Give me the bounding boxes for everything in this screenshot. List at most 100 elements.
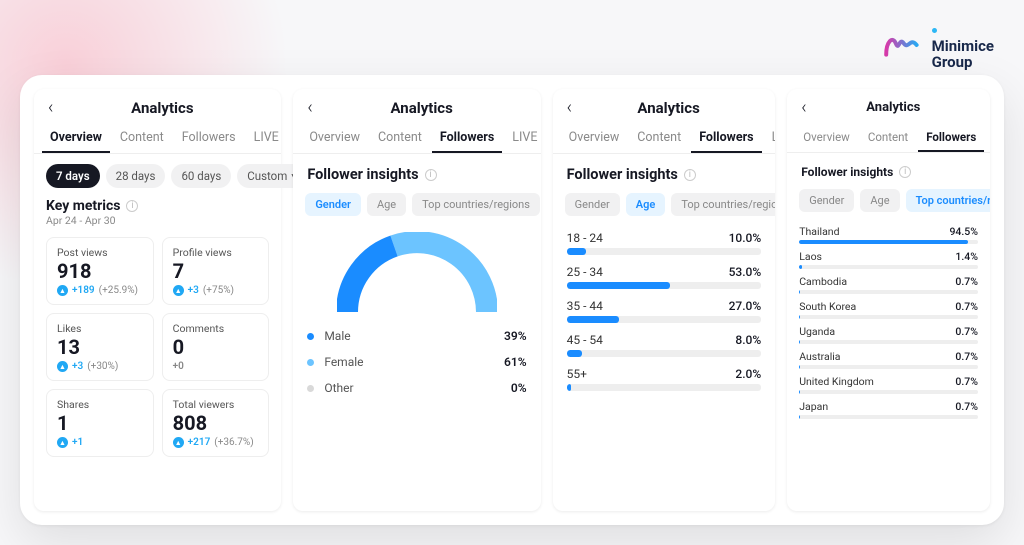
panel-age: ‹ Analytics Overview Content Followers L…	[553, 89, 776, 511]
country-value: 94.5%	[949, 225, 978, 238]
tab-followers[interactable]: Followers	[432, 124, 502, 153]
tab-overview[interactable]: Overview	[795, 124, 858, 152]
back-icon[interactable]: ‹	[44, 97, 57, 118]
panel-countries: ‹ Analytics Overview Content Followers L…	[787, 89, 990, 511]
country-name: South Korea	[799, 300, 856, 313]
age-value: 10.0%	[729, 231, 762, 245]
brand-dot-icon	[932, 28, 937, 33]
country-name: United Kingdom	[799, 375, 874, 388]
seg-age[interactable]: Age	[860, 189, 899, 212]
metric-comments[interactable]: Comments 0 +0	[162, 313, 270, 381]
tab-followers[interactable]: Followers	[174, 124, 244, 153]
seg-topcountries[interactable]: Top countries/regions	[906, 189, 990, 212]
bar-track	[799, 390, 978, 394]
country-name: Thailand	[799, 225, 839, 238]
metric-totalviewers[interactable]: Total viewers 808 ▲+217(+36.7%)	[162, 389, 270, 457]
tab-followers[interactable]: Followers	[691, 124, 761, 153]
age-name: 55+	[567, 367, 587, 381]
country-row: South Korea0.7%	[799, 297, 978, 322]
age-value: 8.0%	[735, 333, 761, 347]
bar-fill	[567, 384, 571, 391]
brand-mark-icon	[882, 29, 924, 61]
seg-topcountries[interactable]: Top countries/regions	[671, 193, 775, 216]
seg-topcountries[interactable]: Top countries/regions	[412, 193, 540, 216]
country-name: Cambodia	[799, 275, 847, 288]
section-title-followerinsights: Follower insights	[567, 166, 678, 183]
section-title-followerinsights: Follower insights	[801, 165, 893, 179]
tab-content[interactable]: Content	[629, 124, 689, 153]
up-icon: ▲	[57, 361, 68, 372]
tab-live[interactable]: LIVE	[764, 124, 776, 153]
tab-content[interactable]: Content	[370, 124, 430, 153]
date-range: Apr 24 - Apr 30	[46, 214, 116, 227]
page-title: Analytics	[576, 99, 761, 117]
metric-shares[interactable]: Shares 1 ▲+1	[46, 389, 154, 457]
age-name: 35 - 44	[567, 299, 603, 313]
filter-7days[interactable]: 7 days	[46, 164, 100, 188]
metric-value: 918	[57, 259, 143, 283]
age-name: 18 - 24	[567, 231, 603, 245]
seg-gender[interactable]: Gender	[305, 193, 361, 216]
tab-overview[interactable]: Overview	[42, 124, 110, 153]
up-icon: ▲	[173, 285, 184, 296]
seg-gender[interactable]: Gender	[799, 189, 854, 212]
back-icon[interactable]: ‹	[797, 97, 810, 118]
legend-female: Female 61%	[307, 349, 526, 375]
bar-track	[567, 248, 762, 255]
age-bar-row: 18 - 24 10.0%	[567, 226, 762, 260]
section-title-followerinsights: Follower insights	[307, 166, 418, 183]
filter-60days[interactable]: 60 days	[171, 164, 231, 188]
bar-track	[567, 350, 762, 357]
country-value: 0.7%	[955, 375, 978, 388]
brand-logo: MinimiceGroup	[882, 20, 994, 71]
country-value: 0.7%	[955, 400, 978, 413]
page-title: Analytics	[811, 100, 976, 115]
tab-live[interactable]: LIVE	[246, 124, 282, 153]
country-value: 0.7%	[955, 325, 978, 338]
tab-content[interactable]: Content	[112, 124, 172, 153]
country-name: Uganda	[799, 325, 835, 338]
metric-likes[interactable]: Likes 13 ▲+3(+30%)	[46, 313, 154, 381]
seg-gender[interactable]: Gender	[565, 193, 620, 216]
info-icon[interactable]: i	[684, 169, 696, 181]
seg-age[interactable]: Age	[367, 193, 406, 216]
metric-profileviews[interactable]: Profile views 7 ▲+3(+75%)	[162, 237, 270, 305]
info-icon[interactable]: i	[126, 200, 138, 212]
info-icon[interactable]: i	[425, 169, 437, 181]
country-row: Japan 0.7%	[799, 397, 978, 422]
page-title: Analytics	[57, 99, 267, 117]
tab-overview[interactable]: Overview	[301, 124, 368, 153]
tab-content[interactable]: Content	[860, 124, 916, 152]
country-value: 0.7%	[955, 350, 978, 363]
bar-fill	[799, 365, 800, 369]
bar-fill	[567, 350, 583, 357]
tab-followers[interactable]: Followers	[918, 124, 984, 152]
bar-track	[799, 265, 978, 269]
tab-overview[interactable]: Overview	[561, 124, 628, 153]
legend-male: Male 39%	[307, 323, 526, 349]
seg-age[interactable]: Age	[626, 193, 666, 216]
back-icon[interactable]: ‹	[303, 97, 316, 118]
age-value: 2.0%	[735, 367, 761, 381]
info-icon[interactable]: i	[899, 166, 911, 178]
tab-live[interactable]: LIVE	[504, 124, 540, 153]
country-row: Uganda 0.7%	[799, 322, 978, 347]
country-name: Japan	[799, 400, 828, 413]
metric-postviews[interactable]: Post views 918 ▲+189(+25.9%)	[46, 237, 154, 305]
bar-fill	[567, 316, 620, 323]
filter-28days[interactable]: 28 days	[106, 164, 166, 188]
country-row: Laos1.4%	[799, 247, 978, 272]
country-value: 0.7%	[955, 275, 978, 288]
tab-live[interactable]: LIVE	[986, 124, 990, 152]
bar-fill	[799, 340, 800, 344]
gender-donut-chart	[337, 232, 497, 317]
bar-track	[799, 365, 978, 369]
bar-fill	[799, 240, 968, 244]
bar-fill	[799, 415, 800, 419]
up-icon: ▲	[57, 285, 68, 296]
back-icon[interactable]: ‹	[563, 97, 576, 118]
section-title-keymetrics: Key metrics	[46, 198, 120, 214]
bullet-icon	[307, 359, 314, 366]
bar-fill	[799, 390, 800, 394]
bar-track	[799, 415, 978, 419]
